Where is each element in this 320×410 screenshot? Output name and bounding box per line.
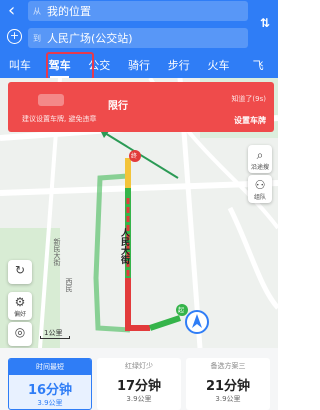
banner-dismiss-button[interactable]: 知道了(9s): [231, 94, 266, 104]
road-label: 人民大街: [119, 228, 129, 264]
route-card-2[interactable]: 红绿灯少 17分钟 3.9公里: [97, 358, 181, 410]
route-time: 16分钟: [27, 383, 73, 398]
tab-highlight-box: [46, 52, 94, 80]
route-card-1[interactable]: 时间最短 16分钟 3.9公里: [8, 358, 92, 410]
route-header: ‹ 从 我的位置 + 到 人民广场(公交站) ⇅ 叫车 驾车 公交 骑行 步行 …: [0, 0, 278, 78]
swap-arrows-icon[interactable]: ⇅: [260, 16, 270, 30]
from-prefix: 从: [33, 6, 41, 16]
restriction-banner: 限行 建议设置车牌, 避免违章 知道了(9s) 设置车牌: [8, 82, 274, 132]
tab-plane[interactable]: 飞: [238, 54, 278, 78]
tab-bike[interactable]: 骑行: [119, 54, 159, 78]
scale-bar: [40, 336, 70, 339]
set-plate-button[interactable]: 设置车牌: [234, 115, 266, 126]
plate-blur: [38, 94, 64, 106]
refresh-icon: ↻: [14, 263, 26, 277]
mode-tabs: 叫车 驾车 公交 骑行 步行 火车 飞: [0, 54, 278, 78]
refresh-button[interactable]: ↻: [8, 260, 32, 284]
route-options: 时间最短 16分钟 3.9公里 红绿灯少 17分钟 3.9公里 备选方案三 21…: [0, 348, 278, 410]
search-along-label: 沿途搜: [250, 164, 269, 171]
tab-taxi[interactable]: 叫车: [0, 54, 40, 78]
search-along-icon: ⌕: [256, 148, 264, 162]
start-marker: 起: [178, 307, 185, 314]
banner-message: 建议设置车牌, 避免违章: [22, 115, 97, 123]
place-label-2: 西民: [65, 278, 73, 292]
back-icon[interactable]: ‹: [8, 2, 15, 20]
locate-icon: ◎: [14, 325, 26, 339]
sliders-icon: ⚙: [14, 295, 26, 309]
search-along-button[interactable]: ⌕ 沿途搜: [248, 145, 272, 173]
end-marker: 终: [131, 153, 138, 160]
plus-circle-icon[interactable]: +: [7, 29, 22, 44]
to-prefix: 到: [33, 33, 41, 43]
route-tag: 时间最短: [9, 359, 91, 375]
route-time: 21分钟: [205, 379, 251, 394]
preferences-label: 偏好: [13, 311, 26, 318]
place-label-1: 新民大街: [53, 238, 61, 266]
route-distance: 3.9公里: [126, 395, 152, 403]
route-time: 17分钟: [116, 379, 162, 394]
to-field[interactable]: 到 人民广场(公交站): [28, 28, 248, 48]
route-tag: 备选方案三: [210, 362, 246, 370]
route-distance: 3.9公里: [37, 399, 63, 407]
locate-button[interactable]: ◎: [8, 322, 32, 346]
route-distance: 3.9公里: [215, 395, 241, 403]
route-tag: 红绿灯少: [125, 362, 153, 370]
from-value: 我的位置: [47, 5, 91, 18]
team-icon: ⚇: [254, 178, 266, 192]
preferences-button[interactable]: ⚙ 偏好: [8, 292, 32, 320]
to-value: 人民广场(公交站): [47, 32, 133, 45]
banner-title: 限行: [108, 101, 128, 112]
tab-train[interactable]: 火车: [199, 54, 239, 78]
route-card-3[interactable]: 备选方案三 21分钟 3.9公里: [186, 358, 270, 410]
from-field[interactable]: 从 我的位置: [28, 1, 248, 21]
team-label: 组队: [253, 194, 266, 201]
tab-walk[interactable]: 步行: [159, 54, 199, 78]
team-button[interactable]: ⚇ 组队: [248, 175, 272, 203]
